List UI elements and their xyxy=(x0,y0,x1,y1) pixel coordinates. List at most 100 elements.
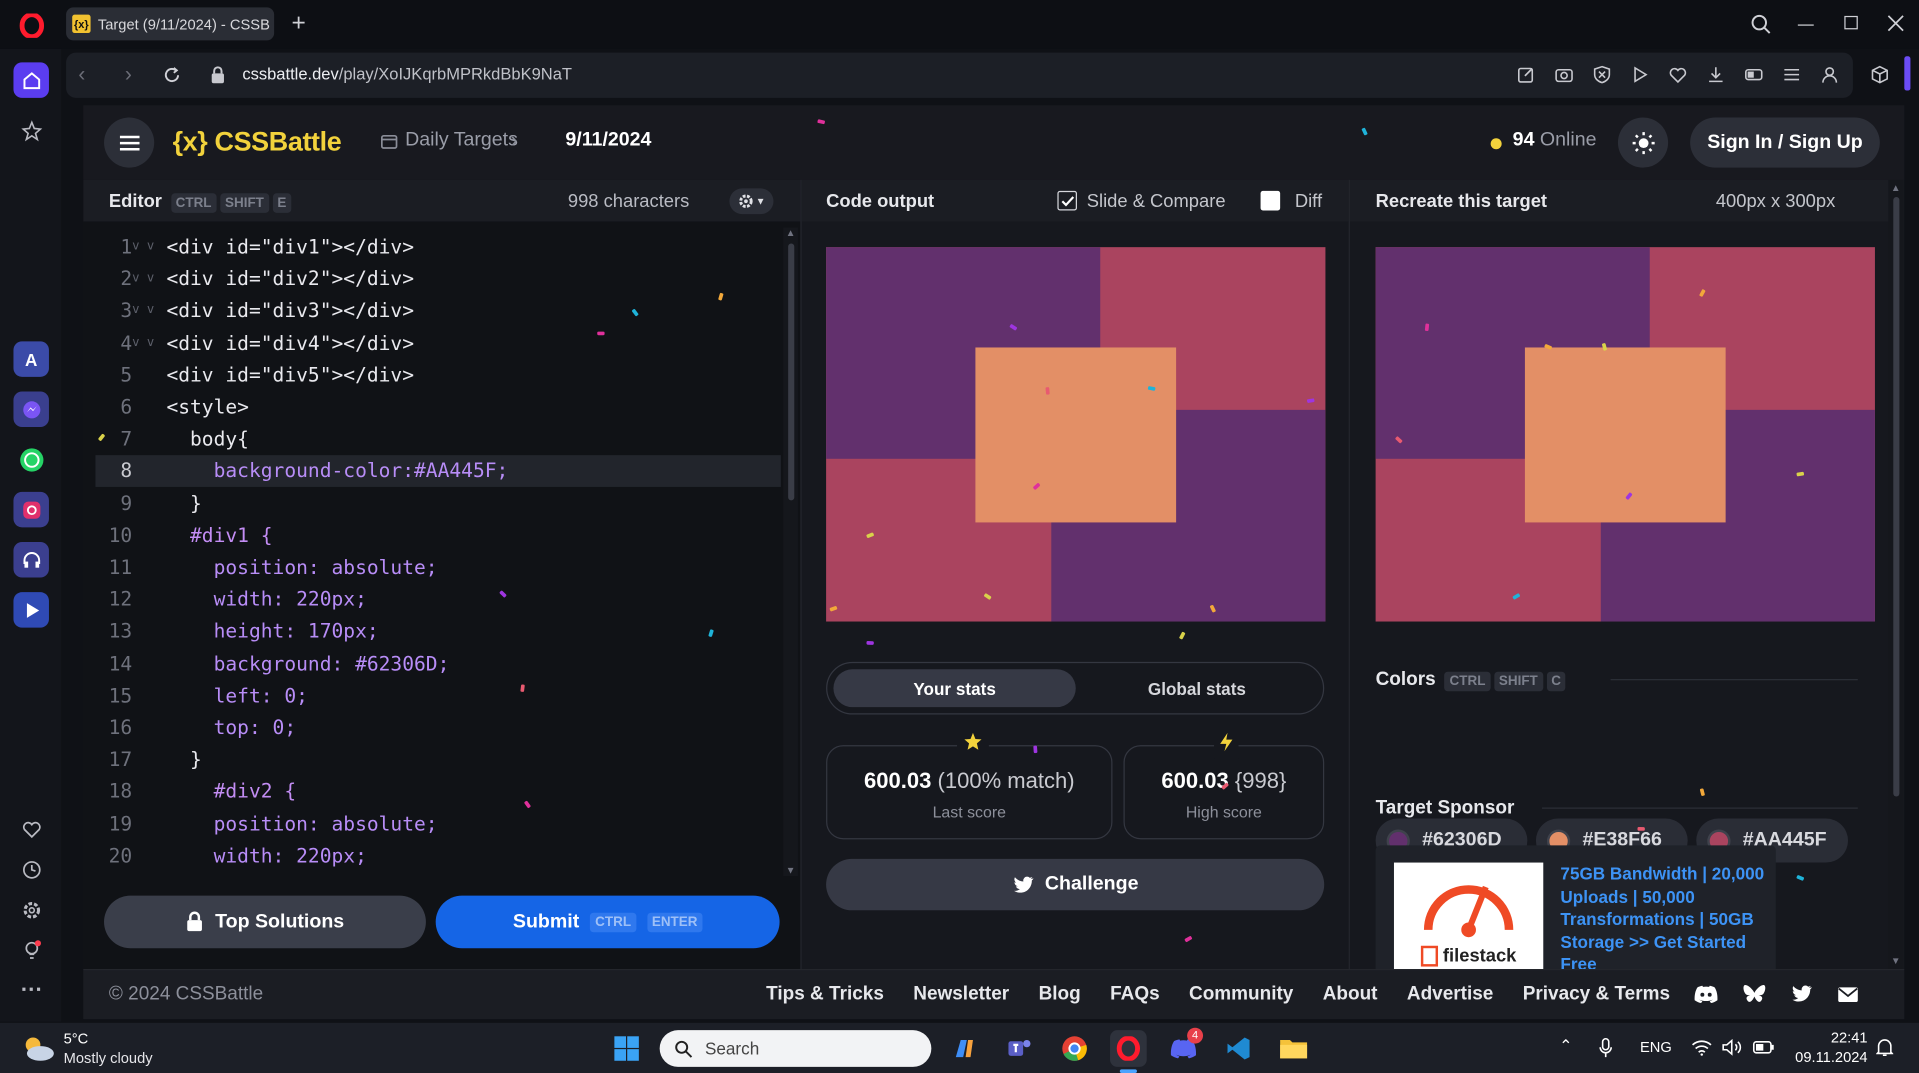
sidebar-tips-button[interactable] xyxy=(13,932,48,967)
forward-button[interactable]: › xyxy=(125,62,132,86)
taskbar-search[interactable]: Search xyxy=(659,1030,932,1067)
code-line[interactable]: body{ xyxy=(166,424,778,456)
adblock-icon[interactable] xyxy=(1592,65,1612,85)
code-line[interactable]: } xyxy=(166,488,778,520)
camera-icon[interactable] xyxy=(1554,65,1574,85)
diff-label[interactable]: Diff xyxy=(1295,191,1322,212)
opera-logo-icon[interactable] xyxy=(18,12,44,38)
notification-bell-icon[interactable] xyxy=(1876,1038,1894,1058)
code-line[interactable]: top: 0; xyxy=(166,712,778,744)
battery-icon[interactable] xyxy=(1752,1040,1775,1055)
sidebar-speed-dial-button[interactable] xyxy=(13,113,48,148)
sponsor-text[interactable]: 75GB Bandwidth | 20,000 Uploads | 50,000… xyxy=(1560,863,1766,976)
download-icon[interactable] xyxy=(1706,65,1726,85)
twitter-icon[interactable] xyxy=(1790,985,1812,1003)
code-line[interactable]: #div1 { xyxy=(166,520,778,552)
url-field[interactable]: cssbattle.dev/play/XoIJKqrbMPRkdBbK9NaT xyxy=(242,65,572,83)
code-output-canvas[interactable] xyxy=(826,247,1326,622)
microphone-icon[interactable] xyxy=(1598,1037,1613,1059)
new-tab-button[interactable]: + xyxy=(286,10,310,37)
taskbar-opera[interactable] xyxy=(1110,1030,1147,1067)
code-line[interactable]: position: absolute; xyxy=(166,808,778,840)
taskbar-discord[interactable]: 4 xyxy=(1165,1027,1204,1067)
taskbar-copilot[interactable] xyxy=(946,1030,983,1067)
code-line[interactable]: position: absolute; xyxy=(166,552,778,584)
scroll-up-icon[interactable]: ▲ xyxy=(783,228,798,239)
restore-button[interactable] xyxy=(1844,15,1858,30)
fold-marker-icon[interactable]: v v xyxy=(132,327,159,359)
sidebar-player-button[interactable] xyxy=(13,592,49,628)
code-line[interactable]: <div id="div4"></div> xyxy=(166,327,778,359)
taskbar-chrome[interactable] xyxy=(1056,1030,1093,1067)
code-line[interactable]: background-color:#AA445F; xyxy=(166,456,778,488)
cssbattle-logo[interactable]: {x} CSSBattle xyxy=(173,126,342,158)
code-line[interactable]: } xyxy=(166,744,778,776)
bluesky-icon[interactable] xyxy=(1743,984,1766,1005)
scroll-down-icon[interactable]: ▼ xyxy=(783,865,798,876)
top-solutions-button[interactable]: Top Solutions xyxy=(104,895,426,949)
footer-link-about[interactable]: About xyxy=(1323,984,1378,1006)
start-button[interactable] xyxy=(608,1030,645,1067)
sponsor-card[interactable]: filestack 75GB Bandwidth | 20,000 Upload… xyxy=(1375,845,1776,981)
code-line[interactable]: <div id="div2"></div> xyxy=(166,263,778,295)
breadcrumb-daily-targets[interactable]: Daily Targets xyxy=(405,130,518,152)
sidebar-music-button[interactable] xyxy=(13,542,49,578)
sidebar-messenger-button[interactable] xyxy=(13,391,49,427)
code-line[interactable]: <div id="div1"></div> xyxy=(166,231,778,263)
menu-button[interactable] xyxy=(104,117,155,168)
code-line[interactable]: width: 220px; xyxy=(166,840,778,872)
code-line[interactable]: height: 170px; xyxy=(166,616,778,648)
volume-icon[interactable] xyxy=(1722,1038,1743,1056)
challenge-button[interactable]: Challenge xyxy=(826,858,1325,911)
browser-tab-active[interactable]: {x} Target (9/11/2024) - CSSB xyxy=(66,7,275,41)
close-window-button[interactable] xyxy=(1887,15,1904,32)
back-button[interactable]: ‹ xyxy=(78,62,85,86)
code-line[interactable]: <div id="div3"></div> xyxy=(166,295,778,327)
search-tabs-icon[interactable] xyxy=(1750,13,1772,35)
tab-global-stats[interactable]: Global stats xyxy=(1076,669,1318,707)
weather-widget[interactable]: 5°C Mostly cloudy xyxy=(20,1029,191,1068)
sidebar-whatsapp-button[interactable] xyxy=(13,442,48,477)
battery-saver-icon[interactable] xyxy=(1744,65,1764,85)
code-line[interactable]: left: 0; xyxy=(166,680,778,712)
footer-link-privacy[interactable]: Privacy & Terms xyxy=(1523,984,1670,1006)
easy-setup-icon[interactable] xyxy=(1782,65,1802,85)
code-line[interactable]: background: #62306D; xyxy=(166,648,778,680)
extensions-icon[interactable] xyxy=(1870,65,1890,85)
discord-icon[interactable] xyxy=(1694,985,1718,1004)
edit-page-icon[interactable] xyxy=(1516,65,1536,85)
profile-icon[interactable] xyxy=(1820,65,1840,85)
sidebar-more-button[interactable]: ⋯ xyxy=(13,971,48,1006)
sidebar-home-button[interactable] xyxy=(13,62,49,98)
diff-checkbox[interactable] xyxy=(1260,190,1281,211)
taskbar-teams[interactable] xyxy=(1001,1030,1038,1067)
footer-link-tips[interactable]: Tips & Tricks xyxy=(766,984,884,1006)
footer-link-blog[interactable]: Blog xyxy=(1039,984,1081,1006)
heart-bookmark-icon[interactable] xyxy=(1668,65,1688,85)
scroll-down-icon[interactable]: ▼ xyxy=(1888,956,1903,967)
footer-link-advertise[interactable]: Advertise xyxy=(1407,984,1493,1006)
scroll-thumb[interactable] xyxy=(787,243,794,501)
tray-chevron-icon[interactable]: ⌃ xyxy=(1559,1036,1572,1056)
scroll-thumb[interactable] xyxy=(1892,196,1899,797)
minimize-button[interactable] xyxy=(1797,24,1814,26)
editor-scrollbar[interactable]: ▲ ▼ xyxy=(783,227,798,876)
fold-marker-icon[interactable]: v v xyxy=(132,295,159,327)
fold-marker-icon[interactable]: v v xyxy=(132,263,159,295)
target-scrollbar[interactable]: ▲ ▼ xyxy=(1888,179,1904,970)
tab-your-stats[interactable]: Your stats xyxy=(833,669,1076,708)
slide-compare-label[interactable]: Slide & Compare xyxy=(1057,191,1226,212)
scroll-up-icon[interactable]: ▲ xyxy=(1888,182,1903,193)
taskbar-explorer[interactable] xyxy=(1275,1030,1312,1067)
code-line[interactable]: <style> xyxy=(166,392,778,424)
code-line[interactable]: #div2 { xyxy=(166,776,778,808)
sidebar-favorites-button[interactable] xyxy=(13,811,48,846)
clock[interactable]: 22:41 09.11.2024 xyxy=(1789,1028,1867,1067)
sidebar-history-button[interactable] xyxy=(13,852,48,887)
theme-toggle-button[interactable] xyxy=(1617,117,1669,168)
code-line[interactable]: width: 220px; xyxy=(166,584,778,616)
language-indicator[interactable]: ENG xyxy=(1640,1039,1672,1056)
editor-settings-button[interactable]: ▼ xyxy=(729,188,774,215)
player-icon[interactable] xyxy=(1630,65,1650,85)
fold-marker-icon[interactable]: v v xyxy=(132,231,159,263)
